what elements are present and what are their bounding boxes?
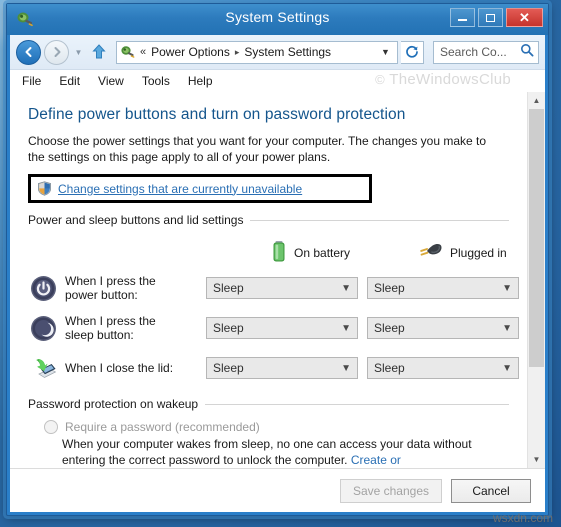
section-divider [205, 403, 509, 405]
title-bar: System Settings ✕ [7, 4, 548, 35]
setting-row-close-lid: When I close the lid: Sleep ▼ Sleep ▼ [28, 348, 519, 388]
bottom-watermark: wsxdn.com [492, 511, 553, 525]
chevron-down-icon: ▼ [502, 322, 512, 334]
address-dropdown-icon[interactable]: ▼ [377, 42, 394, 63]
password-description-line2: entering the correct password to unlock … [62, 453, 348, 467]
site-watermark: © TheWindowsClub [375, 71, 511, 88]
search-box[interactable] [433, 40, 539, 64]
menu-item-edit[interactable]: Edit [59, 74, 80, 88]
setting-row-sleep-button: When I press the sleep button: Sleep ▼ S… [28, 308, 519, 348]
close-icon[interactable]: ✕ [506, 8, 543, 27]
minimize-button[interactable] [450, 8, 475, 27]
window-client-area: ▼ « Power Options ▸ System Settings ▼ Se… [10, 35, 545, 512]
maximize-button[interactable] [478, 8, 503, 27]
power-button-plugged-in-dropdown[interactable]: Sleep ▼ [367, 277, 519, 299]
breadcrumb-item-power-options[interactable]: Power Options [151, 45, 230, 59]
column-headers: On battery Plugged in [28, 238, 509, 268]
power-section-header: Power and sleep buttons and lid settings [28, 213, 509, 227]
dropdown-value: Sleep [374, 281, 405, 295]
uac-link-highlight-box[interactable]: Change settings that are currently unava… [28, 174, 372, 203]
sleep-button-plugged-in-dropdown[interactable]: Sleep ▼ [367, 317, 519, 339]
system-settings-window: System Settings ✕ ▼ « Power Options ▸ Sy… [6, 3, 549, 516]
power-section-title: Power and sleep buttons and lid settings [28, 213, 244, 227]
column-header-on-battery: On battery [271, 240, 350, 267]
sleep-button-row-label: When I press the sleep button: [65, 314, 156, 342]
require-password-radio[interactable] [44, 420, 58, 434]
dropdown-value: Sleep [374, 361, 405, 375]
breadcrumb-overflow-icon[interactable]: « [140, 46, 146, 58]
page-intro-text: Choose the power settings that you want … [28, 134, 487, 164]
power-button-row-label: When I press the power button: [65, 274, 156, 302]
scrollbar-track[interactable] [528, 109, 545, 451]
power-plug-icon [417, 242, 443, 265]
menu-item-help[interactable]: Help [188, 74, 213, 88]
chevron-down-icon: ▼ [341, 282, 351, 294]
chevron-down-icon: ▼ [502, 282, 512, 294]
power-button-on-battery-dropdown[interactable]: Sleep ▼ [206, 277, 358, 299]
chevron-down-icon[interactable]: ▼ [72, 48, 85, 57]
password-section-header: Password protection on wakeup [28, 397, 509, 411]
refresh-icon[interactable] [401, 40, 424, 64]
on-battery-label: On battery [294, 246, 351, 260]
menu-item-file[interactable]: File [22, 74, 41, 88]
chevron-down-icon: ▼ [502, 362, 512, 374]
vertical-scrollbar[interactable]: ▲ ▼ [527, 92, 545, 468]
dialog-footer: Save changes Cancel [10, 468, 545, 512]
battery-icon [271, 240, 287, 267]
scrollbar-thumb[interactable] [529, 109, 544, 367]
dropdown-value: Sleep [213, 321, 244, 335]
menu-item-view[interactable]: View [98, 74, 124, 88]
scroll-down-icon[interactable]: ▼ [528, 451, 545, 468]
navigation-bar: ▼ « Power Options ▸ System Settings ▼ Se… [10, 35, 545, 70]
menu-item-tools[interactable]: Tools [142, 74, 170, 88]
watermark-text: TheWindowsClub [389, 71, 511, 88]
laptop-lid-icon [30, 355, 57, 382]
dropdown-value: Sleep [213, 281, 244, 295]
settings-content: Define power buttons and turn on passwor… [10, 92, 527, 468]
chevron-down-icon: ▼ [341, 322, 351, 334]
scroll-up-icon[interactable]: ▲ [528, 92, 545, 109]
content-wrapper: Define power buttons and turn on passwor… [10, 92, 545, 468]
back-icon[interactable] [16, 39, 41, 65]
require-password-radio-row[interactable]: Require a password (recommended) [44, 420, 509, 434]
search-icon[interactable] [520, 43, 534, 62]
copyright-symbol: © [375, 72, 386, 87]
save-changes-button[interactable]: Save changes [339, 478, 442, 503]
breadcrumb-item-system-settings[interactable]: System Settings [244, 45, 331, 59]
dropdown-value: Sleep [374, 321, 405, 335]
setting-row-power-button: When I press the power button: Sleep ▼ S… [28, 268, 519, 308]
chevron-down-icon: ▼ [341, 362, 351, 374]
password-description: When your computer wakes from sleep, no … [62, 436, 509, 468]
require-password-label: Require a password (recommended) [65, 420, 260, 434]
window-controls: ✕ [450, 8, 543, 27]
address-power-icon [120, 44, 136, 60]
section-divider [250, 219, 509, 221]
shield-icon [37, 181, 52, 196]
plugged-in-label: Plugged in [450, 246, 507, 260]
password-description-line1: When your computer wakes from sleep, no … [62, 437, 472, 451]
page-title: Define power buttons and turn on passwor… [28, 106, 406, 123]
search-input[interactable] [438, 44, 520, 60]
sleep-button-on-battery-dropdown[interactable]: Sleep ▼ [206, 317, 358, 339]
breadcrumb-separator-icon[interactable]: ▸ [235, 47, 240, 58]
menu-bar: File Edit View Tools Help © TheWindowsCl… [10, 70, 545, 92]
column-header-plugged-in: Plugged in [417, 242, 507, 265]
change-settings-link[interactable]: Change settings that are currently unava… [58, 182, 302, 196]
dropdown-value: Sleep [213, 361, 244, 375]
cancel-button[interactable]: Cancel [451, 478, 531, 503]
sleep-moon-icon [30, 315, 57, 342]
up-arrow-icon[interactable] [88, 40, 110, 65]
power-button-icon [30, 275, 57, 302]
close-lid-on-battery-dropdown[interactable]: Sleep ▼ [206, 357, 358, 379]
address-bar[interactable]: « Power Options ▸ System Settings ▼ [116, 40, 398, 64]
forward-icon[interactable] [44, 39, 69, 65]
password-section-title: Password protection on wakeup [28, 397, 199, 411]
close-lid-row-label: When I close the lid: [65, 361, 174, 375]
create-password-link[interactable]: Create or [351, 453, 401, 467]
close-lid-plugged-in-dropdown[interactable]: Sleep ▼ [367, 357, 519, 379]
